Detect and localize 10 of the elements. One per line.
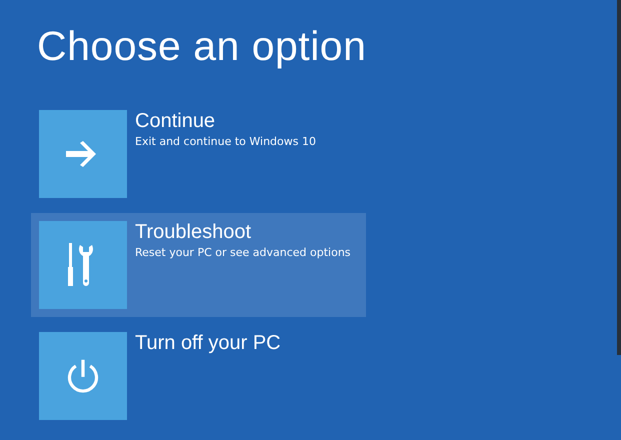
option-label: Continue bbox=[135, 110, 216, 132]
option-label: Turn off your PC bbox=[135, 332, 281, 354]
option-item[interactable]: Troubleshoot Reset your PC or see advanced options bbox=[31, 213, 366, 317]
option-description: Exit and continue to Windows 10 bbox=[135, 135, 316, 149]
option-item[interactable]: Continue Exit and continue to Windows 10 bbox=[31, 102, 366, 206]
option-item[interactable]: Turn off your PC bbox=[31, 324, 366, 428]
page-title: Choose an option bbox=[37, 22, 368, 71]
option-description: Reset your PC or see advanced options bbox=[135, 246, 351, 260]
option-label: Troubleshoot bbox=[135, 221, 252, 243]
power-icon bbox=[65, 358, 101, 394]
